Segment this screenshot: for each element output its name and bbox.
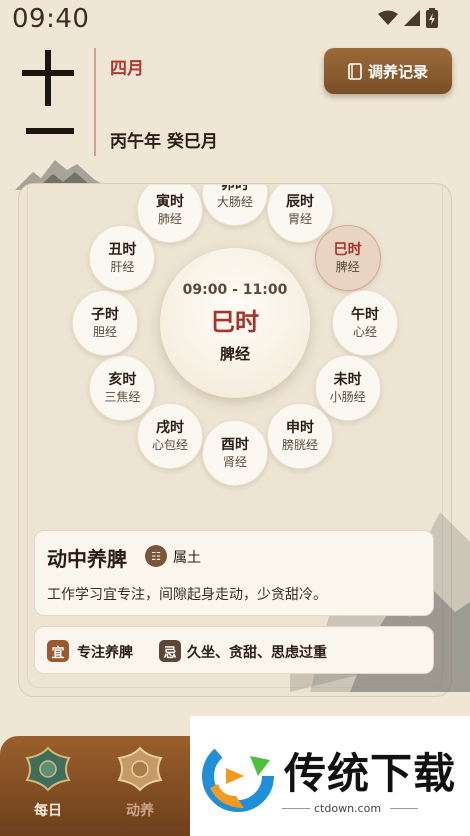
shichen-meridian: 心经 bbox=[352, 325, 377, 339]
shichen-name: 酉时 bbox=[221, 437, 249, 453]
shichen-item[interactable]: 子时 胆经 bbox=[72, 290, 138, 356]
yi-text: 专注养脾 bbox=[77, 645, 133, 661]
current-shichen-dial: 09:00 - 11:00 巳时 脾经 bbox=[160, 248, 310, 398]
care-record-label: 调养记录 bbox=[367, 62, 428, 81]
ad-subtitle: ctdown.com bbox=[314, 802, 382, 815]
shichen-meridian: 大肠经 bbox=[216, 195, 253, 209]
care-record-button[interactable]: 调养记录 bbox=[324, 48, 452, 94]
nav-item-daily[interactable]: 每日 bbox=[8, 746, 88, 830]
element-label: 属土 bbox=[173, 550, 201, 566]
battery-icon bbox=[426, 8, 438, 28]
lunar-month: 四月 bbox=[110, 59, 144, 79]
advice-title: 动中养脾 bbox=[47, 547, 127, 571]
shichen-meridian: 肺经 bbox=[157, 212, 182, 227]
shichen-item[interactable]: 戌时 心包经 bbox=[137, 402, 203, 469]
ganzhi-date: 丙午年 癸巳月 bbox=[110, 132, 218, 152]
advice-text: 工作学习宜专注，间隙起身走动，少贪甜冷。 bbox=[47, 587, 327, 603]
shichen-name: 辰时 bbox=[286, 194, 314, 211]
shichen-name: 寅时 bbox=[156, 194, 184, 211]
ji-badge: 忌 bbox=[159, 640, 181, 662]
shichen-meridian: 心包经 bbox=[151, 437, 188, 452]
yi-badge: 宜 bbox=[47, 640, 69, 662]
jade-medallion-icon bbox=[25, 746, 71, 792]
shichen-meridian: 肾经 bbox=[222, 455, 247, 469]
shichen-name: 午时 bbox=[351, 307, 379, 323]
shichen-meridian: 肝经 bbox=[110, 260, 135, 274]
nav-label-exercise: 动养 bbox=[126, 803, 154, 819]
header-divider bbox=[94, 48, 96, 156]
shichen-item[interactable]: 亥时 三焦经 bbox=[89, 355, 156, 421]
shichen-meridian: 三焦经 bbox=[104, 390, 141, 404]
earth-trigram-icon: ☷ bbox=[145, 545, 167, 567]
shichen-item[interactable]: 巳时 脾经 bbox=[314, 225, 381, 291]
ctdown-logo-icon bbox=[202, 740, 274, 812]
shichen-meridian: 胃经 bbox=[287, 212, 312, 227]
shichen-meridian: 脾经 bbox=[335, 260, 360, 274]
wifi-icon bbox=[378, 10, 398, 25]
shichen-item[interactable]: 申时 膀胱经 bbox=[267, 402, 333, 469]
shichen-meridian: 小肠经 bbox=[329, 390, 366, 404]
notebook-icon bbox=[348, 62, 362, 80]
shichen-name: 子时 bbox=[91, 307, 119, 323]
shichen-item[interactable]: 辰时 胃经 bbox=[267, 185, 333, 244]
shichen-meridian: 膀胱经 bbox=[281, 437, 318, 452]
shichen-item[interactable]: 寅时 肺经 bbox=[137, 185, 203, 244]
current-meridian: 脾经 bbox=[219, 345, 250, 363]
day-number: 十一 bbox=[22, 50, 74, 134]
shichen-item[interactable]: 午时 心经 bbox=[332, 290, 398, 356]
shichen-item[interactable]: 酉时 肾经 bbox=[202, 420, 268, 486]
ad-divider-left bbox=[282, 808, 310, 809]
status-icons bbox=[378, 8, 438, 28]
medallion-icon bbox=[117, 746, 163, 792]
shichen-meridian: 胆经 bbox=[92, 325, 117, 339]
shichen-name: 申时 bbox=[286, 419, 314, 436]
shichen-name: 巳时 bbox=[333, 242, 362, 258]
ad-title: 传统下载 bbox=[284, 749, 457, 798]
ad-watermark[interactable]: 传统下载 ctdown.com bbox=[190, 716, 470, 836]
status-bar: 09:40 bbox=[0, 0, 470, 42]
current-shichen-name: 巳时 bbox=[211, 308, 259, 336]
current-time-range: 09:00 - 11:00 bbox=[182, 282, 288, 298]
shichen-name: 未时 bbox=[333, 372, 362, 388]
shichen-name: 戌时 bbox=[156, 419, 184, 436]
shichen-name: 丑时 bbox=[108, 242, 137, 258]
ad-divider-right bbox=[390, 808, 418, 809]
nav-label-daily: 每日 bbox=[34, 803, 62, 819]
nav-item-exercise[interactable]: 动养 bbox=[100, 746, 180, 830]
status-time: 09:40 bbox=[12, 4, 90, 34]
shichen-item[interactable]: 未时 小肠经 bbox=[314, 355, 381, 421]
yi-ji-card: 宜 专注养脾 忌 久坐、贪甜、思虑过重 bbox=[34, 626, 434, 674]
shichen-name: 亥时 bbox=[108, 372, 137, 388]
ji-text: 久坐、贪甜、思虑过重 bbox=[187, 645, 327, 661]
shichen-item[interactable]: 丑时 肝经 bbox=[89, 225, 156, 291]
advice-card: 动中养脾 ☷ 属土 工作学习宜专注，间隙起身走动，少贪甜冷。 bbox=[34, 530, 434, 616]
signal-icon bbox=[404, 10, 420, 26]
